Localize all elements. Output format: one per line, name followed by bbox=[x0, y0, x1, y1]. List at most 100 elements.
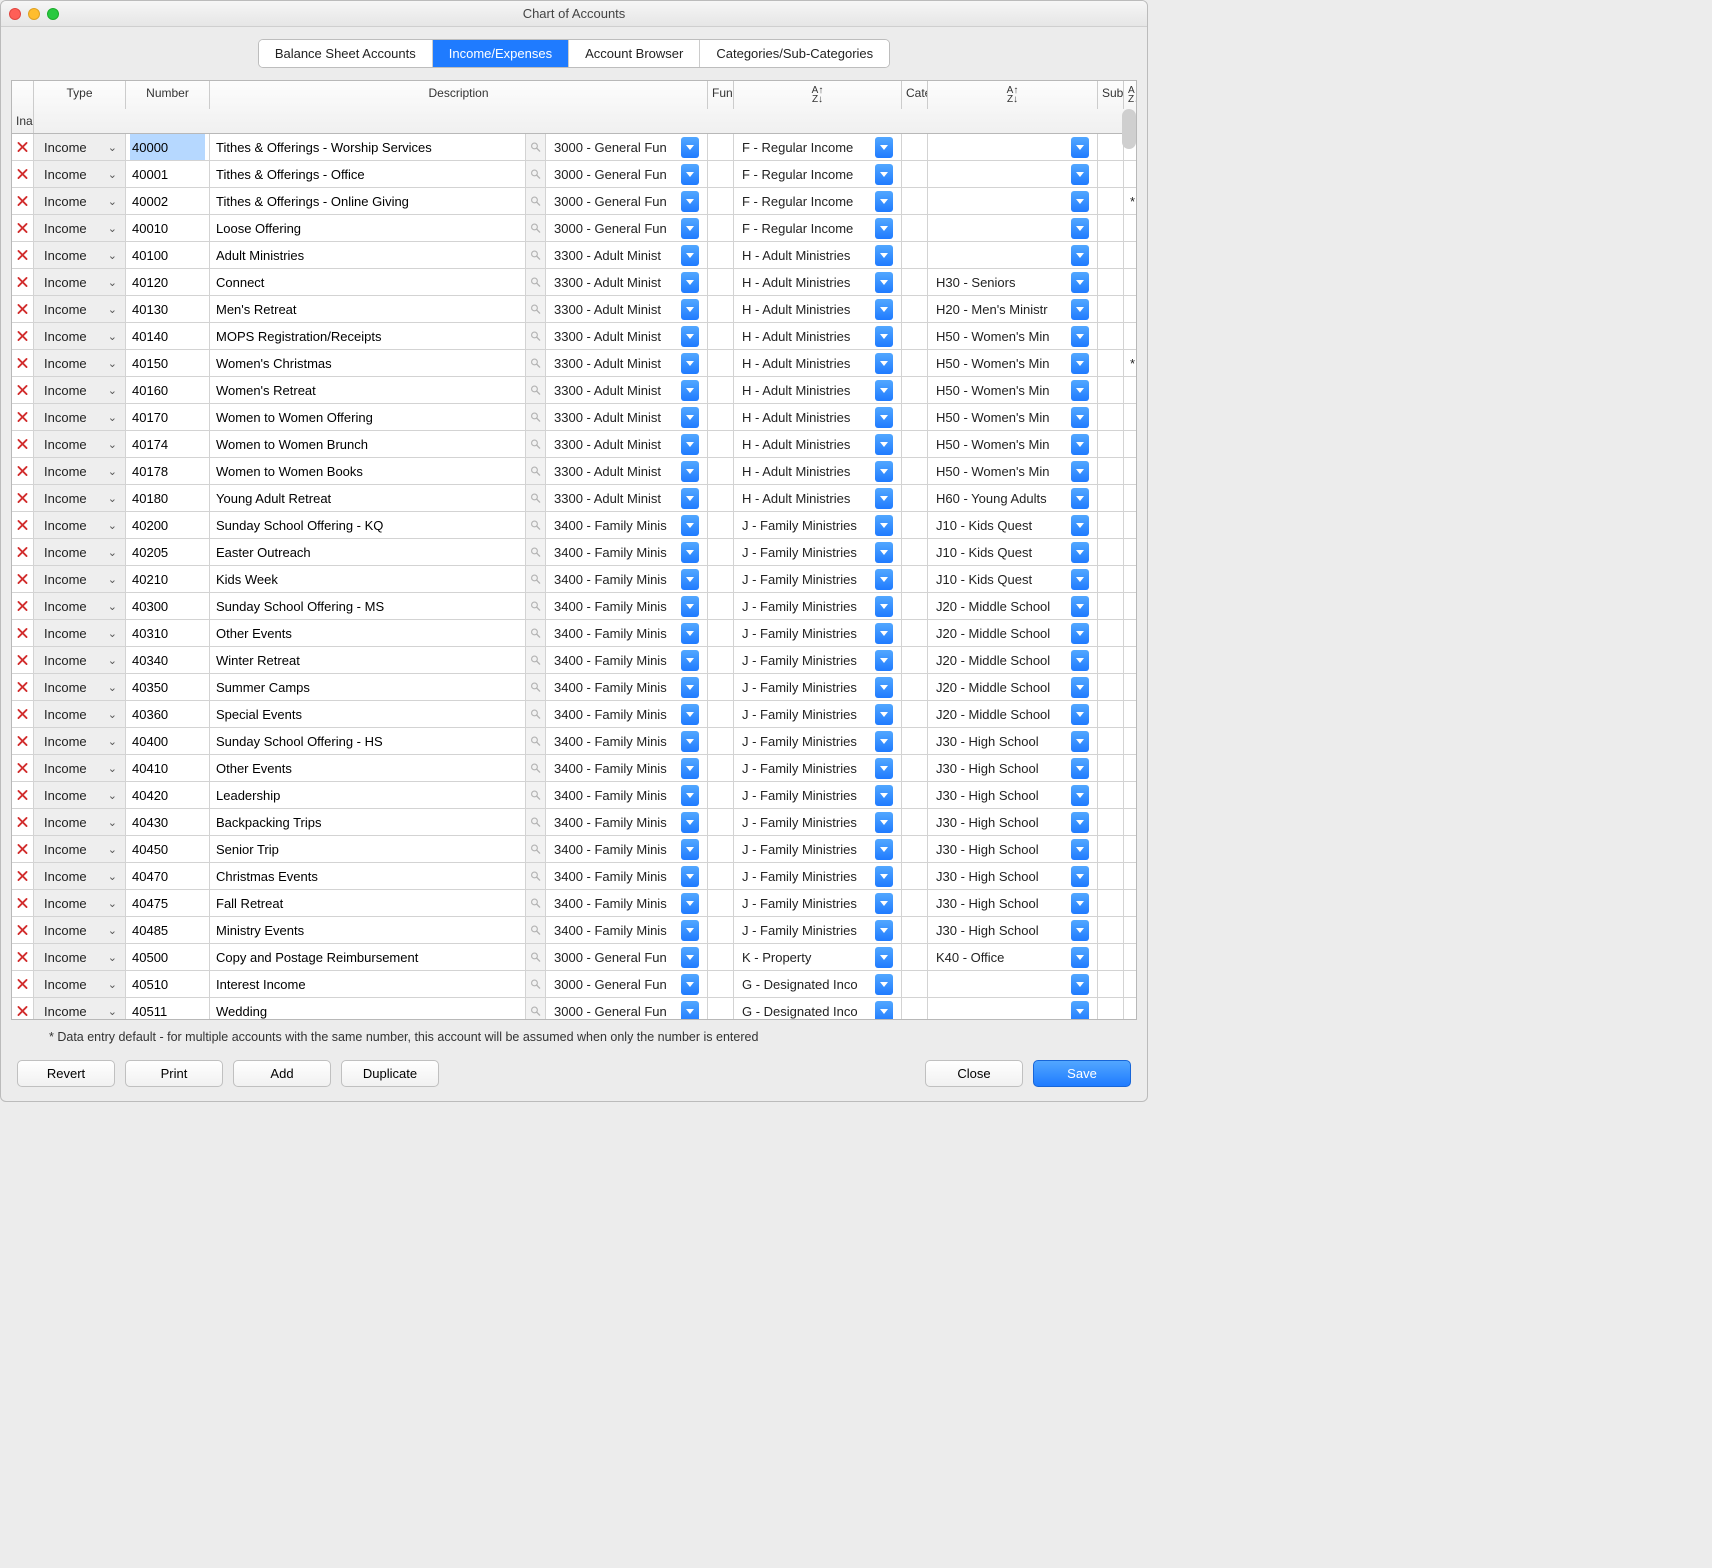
type-dropdown[interactable]: Income⌄ bbox=[34, 458, 126, 484]
number-field[interactable] bbox=[126, 593, 210, 619]
type-dropdown[interactable]: Income⌄ bbox=[34, 350, 126, 376]
delete-row-button[interactable] bbox=[12, 188, 34, 214]
description-field[interactable] bbox=[210, 728, 526, 754]
number-input[interactable] bbox=[130, 539, 205, 565]
type-dropdown[interactable]: Income⌄ bbox=[34, 620, 126, 646]
fund-balance-dropdown[interactable]: 3400 - Family Minis bbox=[546, 782, 708, 808]
add-button[interactable]: Add bbox=[233, 1060, 331, 1087]
number-input[interactable] bbox=[130, 917, 205, 943]
fund-balance-dropdown[interactable]: 3300 - Adult Minist bbox=[546, 458, 708, 484]
type-dropdown[interactable]: Income⌄ bbox=[34, 134, 126, 160]
fund-balance-dropdown[interactable]: 3000 - General Fun bbox=[546, 161, 708, 187]
fund-balance-dropdown[interactable]: 3400 - Family Minis bbox=[546, 890, 708, 916]
search-description-button[interactable] bbox=[526, 944, 546, 970]
sub-category-dropdown[interactable]: J30 - High School bbox=[928, 836, 1098, 862]
category-dropdown[interactable]: J - Family Ministries bbox=[734, 674, 902, 700]
delete-row-button[interactable] bbox=[12, 809, 34, 835]
description-input[interactable] bbox=[214, 566, 521, 592]
type-dropdown[interactable]: Income⌄ bbox=[34, 566, 126, 592]
description-input[interactable] bbox=[214, 323, 521, 349]
sub-category-dropdown[interactable]: K40 - Office bbox=[928, 944, 1098, 970]
type-dropdown[interactable]: Income⌄ bbox=[34, 755, 126, 781]
fund-balance-dropdown[interactable]: 3300 - Adult Minist bbox=[546, 323, 708, 349]
search-description-button[interactable] bbox=[526, 188, 546, 214]
tab-income-expenses[interactable]: Income/Expenses bbox=[433, 40, 569, 67]
search-description-button[interactable] bbox=[526, 458, 546, 484]
category-dropdown[interactable]: J - Family Ministries bbox=[734, 890, 902, 916]
sub-category-dropdown[interactable] bbox=[928, 134, 1098, 160]
delete-row-button[interactable] bbox=[12, 404, 34, 430]
description-input[interactable] bbox=[214, 215, 521, 241]
fund-balance-dropdown[interactable]: 3400 - Family Minis bbox=[546, 863, 708, 889]
sub-category-dropdown[interactable] bbox=[928, 971, 1098, 997]
table-row[interactable]: Income⌄3000 - General FunG - Designated … bbox=[12, 998, 1136, 1020]
sort-category-button[interactable]: A↑Z↓ bbox=[928, 81, 1098, 109]
description-input[interactable] bbox=[214, 782, 521, 808]
number-input[interactable] bbox=[130, 485, 205, 511]
col-number[interactable]: Number bbox=[126, 81, 210, 109]
fund-balance-dropdown[interactable]: 3000 - General Fun bbox=[546, 944, 708, 970]
delete-row-button[interactable] bbox=[12, 863, 34, 889]
table-row[interactable]: Income⌄3400 - Family MinisJ - Family Min… bbox=[12, 539, 1136, 566]
description-field[interactable] bbox=[210, 350, 526, 376]
close-button[interactable]: Close bbox=[925, 1060, 1023, 1087]
number-field[interactable] bbox=[126, 242, 210, 268]
category-dropdown[interactable]: H - Adult Ministries bbox=[734, 242, 902, 268]
number-field[interactable] bbox=[126, 350, 210, 376]
number-input[interactable] bbox=[130, 404, 205, 430]
delete-row-button[interactable] bbox=[12, 728, 34, 754]
number-field[interactable] bbox=[126, 647, 210, 673]
number-field[interactable] bbox=[126, 917, 210, 943]
category-dropdown[interactable]: J - Family Ministries bbox=[734, 755, 902, 781]
sub-category-dropdown[interactable]: J20 - Middle School bbox=[928, 701, 1098, 727]
description-field[interactable] bbox=[210, 674, 526, 700]
description-input[interactable] bbox=[214, 296, 521, 322]
delete-row-button[interactable] bbox=[12, 512, 34, 538]
description-field[interactable] bbox=[210, 836, 526, 862]
description-field[interactable] bbox=[210, 296, 526, 322]
description-field[interactable] bbox=[210, 458, 526, 484]
description-input[interactable] bbox=[214, 269, 521, 295]
delete-row-button[interactable] bbox=[12, 215, 34, 241]
sub-category-dropdown[interactable]: J30 - High School bbox=[928, 917, 1098, 943]
number-input[interactable] bbox=[130, 188, 205, 214]
delete-row-button[interactable] bbox=[12, 674, 34, 700]
description-field[interactable] bbox=[210, 323, 526, 349]
type-dropdown[interactable]: Income⌄ bbox=[34, 485, 126, 511]
category-dropdown[interactable]: J - Family Ministries bbox=[734, 809, 902, 835]
fund-balance-dropdown[interactable]: 3400 - Family Minis bbox=[546, 593, 708, 619]
category-dropdown[interactable]: J - Family Ministries bbox=[734, 701, 902, 727]
type-dropdown[interactable]: Income⌄ bbox=[34, 269, 126, 295]
table-row[interactable]: Income⌄3400 - Family MinisJ - Family Min… bbox=[12, 755, 1136, 782]
col-description[interactable]: Description bbox=[210, 81, 708, 109]
description-input[interactable] bbox=[214, 701, 521, 727]
delete-row-button[interactable] bbox=[12, 998, 34, 1020]
sub-category-dropdown[interactable]: H50 - Women's Min bbox=[928, 458, 1098, 484]
number-input[interactable] bbox=[130, 998, 205, 1020]
table-row[interactable]: Income⌄3400 - Family MinisJ - Family Min… bbox=[12, 863, 1136, 890]
table-row[interactable]: Income⌄3400 - Family MinisJ - Family Min… bbox=[12, 728, 1136, 755]
number-input[interactable] bbox=[130, 215, 205, 241]
number-input[interactable] bbox=[130, 944, 205, 970]
fund-balance-dropdown[interactable]: 3300 - Adult Minist bbox=[546, 485, 708, 511]
sub-category-dropdown[interactable]: J20 - Middle School bbox=[928, 674, 1098, 700]
sort-fund-balance-button[interactable]: A↑Z↓ bbox=[734, 81, 902, 109]
description-input[interactable] bbox=[214, 890, 521, 916]
fund-balance-dropdown[interactable]: 3300 - Adult Minist bbox=[546, 350, 708, 376]
category-dropdown[interactable]: H - Adult Ministries bbox=[734, 296, 902, 322]
description-input[interactable] bbox=[214, 377, 521, 403]
category-dropdown[interactable]: J - Family Ministries bbox=[734, 566, 902, 592]
description-input[interactable] bbox=[214, 998, 521, 1020]
table-row[interactable]: Income⌄3400 - Family MinisJ - Family Min… bbox=[12, 917, 1136, 944]
number-field[interactable] bbox=[126, 485, 210, 511]
category-dropdown[interactable]: F - Regular Income bbox=[734, 134, 902, 160]
sub-category-dropdown[interactable] bbox=[928, 161, 1098, 187]
fund-balance-dropdown[interactable]: 3400 - Family Minis bbox=[546, 647, 708, 673]
type-dropdown[interactable]: Income⌄ bbox=[34, 161, 126, 187]
table-row[interactable]: Income⌄3000 - General FunG - Designated … bbox=[12, 971, 1136, 998]
sub-category-dropdown[interactable]: J30 - High School bbox=[928, 782, 1098, 808]
description-field[interactable] bbox=[210, 620, 526, 646]
description-field[interactable] bbox=[210, 971, 526, 997]
col-type[interactable]: Type bbox=[34, 81, 126, 109]
description-input[interactable] bbox=[214, 944, 521, 970]
